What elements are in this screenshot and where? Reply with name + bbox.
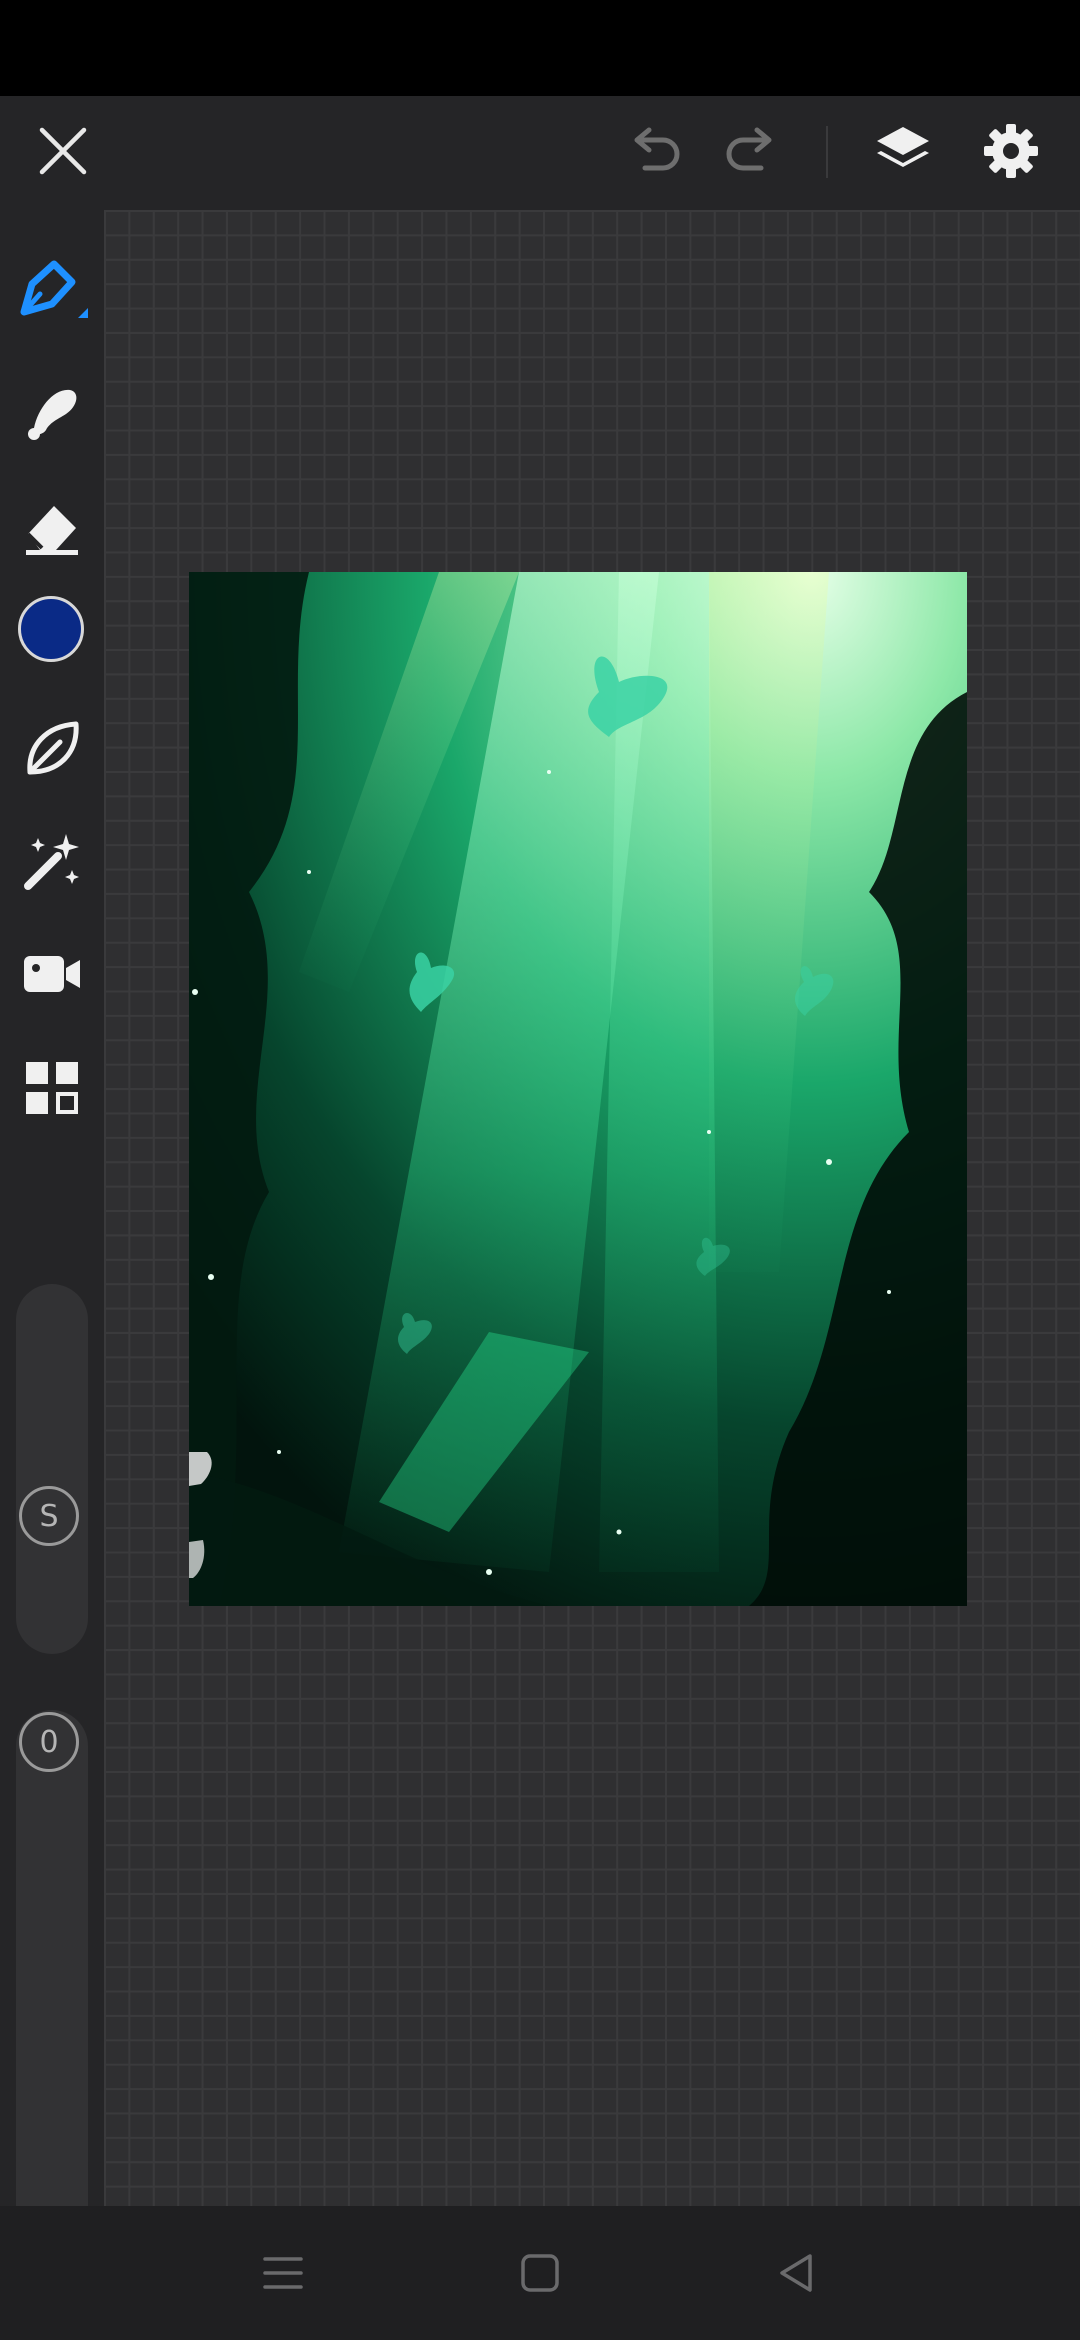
close-icon[interactable] [30,118,96,184]
gear-icon[interactable] [976,116,1046,186]
brush-size-slider[interactable] [16,1284,88,1654]
back-triangle-icon[interactable] [763,2242,829,2304]
tool-sidebar: S 0 [0,210,104,2276]
pen-icon[interactable] [14,254,90,330]
toolbar-divider [826,126,828,178]
leaf-icon[interactable] [14,710,90,786]
magic-wand-icon[interactable] [14,824,90,900]
redo-icon[interactable] [716,121,786,181]
menu-icon[interactable] [250,2242,316,2304]
eraser-icon[interactable] [14,488,90,564]
color-swatch[interactable] [18,596,84,662]
opacity-indicator: 0 [19,1712,79,1772]
top-toolbar [0,96,1080,210]
grid-icon[interactable] [14,1050,90,1126]
artwork-canvas[interactable] [189,572,967,1606]
video-icon[interactable] [14,936,90,1012]
system-nav-bar [0,2206,1080,2340]
status-bar [0,0,1080,96]
undo-icon[interactable] [620,121,690,181]
smudge-icon[interactable] [14,372,90,448]
size-indicator: S [19,1486,79,1546]
opacity-slider[interactable] [16,1710,88,2276]
size-label: S [39,1498,59,1534]
opacity-label: 0 [39,1724,59,1760]
layers-icon[interactable] [868,116,938,186]
home-square-icon[interactable] [507,2242,573,2304]
